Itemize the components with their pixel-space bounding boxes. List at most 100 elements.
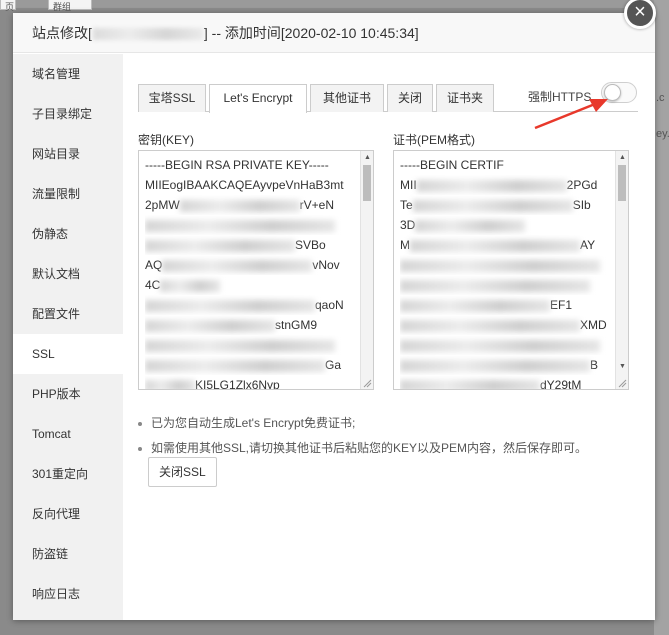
tab-lets-encrypt[interactable]: Let's Encrypt <box>209 84 307 113</box>
line-text: 4C <box>145 278 161 292</box>
text-line: M AY <box>400 235 613 255</box>
line-text: SVBo <box>295 238 326 252</box>
line-text: EF1 <box>550 298 573 312</box>
line-text: XMD <box>580 318 607 332</box>
text-line: 4C <box>145 275 358 295</box>
text-line: B <box>400 355 613 375</box>
redacted-text <box>412 199 573 212</box>
line-text: M <box>400 238 410 252</box>
sidebar-item[interactable]: Tomcat <box>13 414 123 454</box>
text-line: 2pMW rV+eN <box>145 195 358 215</box>
note-text: 如需使用其他SSL,请切换其他证书后粘贴您的KEY以及PEM内容，然后保存即可。 <box>151 441 588 455</box>
text-line: EF1 <box>400 295 613 315</box>
cert-textarea[interactable]: -----BEGIN CERTIF MII 2PGd Te SIb 3D M AY EF1 XMD… <box>393 150 629 390</box>
redacted-text <box>162 259 313 272</box>
text-line: -----BEGIN CERTIF <box>400 155 613 175</box>
line-text: stnGM9 <box>275 318 318 332</box>
tab-other-cert[interactable]: 其他证书 <box>310 84 384 112</box>
redacted-text <box>160 279 221 292</box>
note-text: 已为您自动生成Let's Encrypt免费证书; <box>151 416 356 430</box>
redacted-text <box>400 279 590 292</box>
line-text: Ga <box>325 358 342 372</box>
redacted-text <box>416 179 567 192</box>
background-text: ey.c <box>656 128 669 140</box>
line-text: qaoN <box>315 298 344 312</box>
scroll-up-icon[interactable]: ▲ <box>363 153 372 162</box>
sidebar-item[interactable]: 网站目录 <box>13 134 123 174</box>
sidebar-item[interactable]: 防盗链 <box>13 534 123 574</box>
sidebar-item[interactable]: 反向代理 <box>13 494 123 534</box>
redacted-text <box>145 299 315 312</box>
resize-grip-icon[interactable] <box>617 378 627 388</box>
text-line <box>400 255 613 275</box>
tab-cert-folder[interactable]: 证书夹 <box>436 84 494 112</box>
line-text: 2PGd <box>566 178 598 192</box>
background-tab: 页 <box>0 0 16 12</box>
scrollbar[interactable]: ▲ <box>360 151 373 389</box>
text-line: dY29tM <box>400 375 613 390</box>
cert-label: 证书(PEM格式) <box>393 133 475 147</box>
sidebar-item[interactable]: 子目录绑定 <box>13 94 123 134</box>
text-line: qaoN <box>145 295 358 315</box>
text-line: KI5LG1Zlx6Nyp <box>145 375 358 390</box>
text-line: Ga <box>145 355 358 375</box>
redacted-text <box>400 379 540 389</box>
redacted-text <box>145 239 295 252</box>
sidebar-item[interactable]: 301重定向 <box>13 454 123 494</box>
tab-close[interactable]: 关闭 <box>387 84 433 112</box>
redacted-text <box>400 299 550 312</box>
key-textarea[interactable]: -----BEGIN RSA PRIVATE KEY----- MIIEogIBA… <box>138 150 374 390</box>
sidebar-item[interactable]: 默认文档 <box>13 254 123 294</box>
line-text: KI5LG1Zlx6Nyp <box>195 378 280 390</box>
title-suffix: ] -- 添加时间[2020-02-10 10:45:34] <box>203 25 419 41</box>
redacted-text <box>415 219 526 232</box>
redacted-text <box>145 319 275 332</box>
sidebar-item[interactable]: 域名管理 <box>13 54 123 94</box>
ssl-panel: 宝塔SSL Let's Encrypt 其他证书 关闭 证书夹 强制HTTPS … <box>123 54 655 620</box>
background-overlay <box>0 0 669 8</box>
key-label: 密钥(KEY) <box>138 133 195 147</box>
line-text: dY29tM <box>540 378 582 390</box>
sidebar-item[interactable]: 流量限制 <box>13 174 123 214</box>
scroll-down-icon[interactable]: ▼ <box>618 362 627 371</box>
redacted-text <box>400 359 590 372</box>
resize-grip-icon[interactable] <box>362 378 372 388</box>
line-text: MII <box>400 178 417 192</box>
title-prefix: 站点修改[ <box>32 25 92 41</box>
redacted-text <box>400 339 600 352</box>
sidebar-item[interactable]: SSL <box>13 334 123 374</box>
redacted-text <box>145 379 195 389</box>
sidebar-item[interactable]: 伪静态 <box>13 214 123 254</box>
sidebar-item[interactable]: 响应日志 <box>13 574 123 614</box>
sidebar-item[interactable]: PHP版本 <box>13 374 123 414</box>
text-line: MIIEogIBAAKCAQEAyvpeVnHaB3mt <box>145 175 358 195</box>
site-edit-dialog: 站点修改[ ] -- 添加时间[2020-02-10 10:45:34] 域名管理… <box>13 13 655 620</box>
redacted-text <box>145 219 335 232</box>
text-line: AQ vNov <box>145 255 358 275</box>
line-text: vNov <box>312 258 340 272</box>
sidebar-item[interactable]: 配置文件 <box>13 294 123 334</box>
text-line: SVBo <box>145 235 358 255</box>
line-text: SIb <box>572 198 591 212</box>
background-text: .c <box>656 92 665 104</box>
redacted-text <box>410 239 580 252</box>
dialog-title: 站点修改[ ] -- 添加时间[2020-02-10 10:45:34] <box>13 13 655 53</box>
scroll-thumb[interactable] <box>618 165 626 201</box>
close-ssl-button[interactable]: 关闭SSL <box>148 457 217 487</box>
note-other-ssl: 如需使用其他SSL,请切换其他证书后粘贴您的KEY以及PEM内容，然后保存即可。 <box>138 439 587 456</box>
text-line: 3D <box>400 215 613 235</box>
redacted-site-name <box>92 28 203 41</box>
redacted-text <box>145 339 335 352</box>
text-line <box>145 335 358 355</box>
text-line <box>145 215 358 235</box>
text-line: -----BEGIN RSA PRIVATE KEY----- <box>145 155 358 175</box>
scroll-thumb[interactable] <box>363 165 371 201</box>
redacted-text <box>400 319 580 332</box>
line-text: MIIEogIBAAKCAQEAyvpeVnHaB3mt <box>145 178 344 192</box>
text-line: Te SIb <box>400 195 613 215</box>
scroll-up-icon[interactable]: ▲ <box>618 153 627 162</box>
scrollbar[interactable]: ▲ ▼ <box>615 151 628 389</box>
tab-bt-ssl[interactable]: 宝塔SSL <box>138 84 206 112</box>
redacted-text <box>400 259 600 272</box>
text-line <box>400 275 613 295</box>
